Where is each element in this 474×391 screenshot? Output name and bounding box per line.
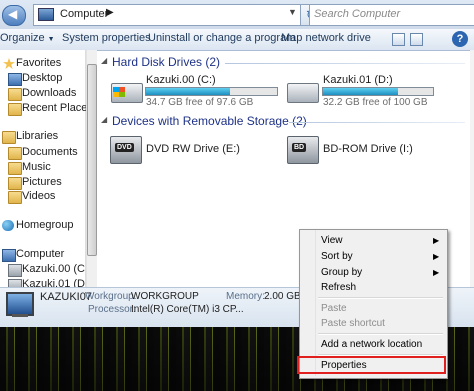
nav-pictures[interactable]: Pictures — [22, 176, 62, 188]
music-icon — [8, 162, 22, 175]
group-header-hard-disk[interactable]: Hard Disk Drives (2) — [112, 55, 220, 69]
preview-pane-icon — [410, 33, 423, 46]
address-location[interactable]: Computer — [60, 8, 108, 20]
bd-badge: BD — [292, 143, 307, 152]
nav-downloads[interactable]: Downloads — [22, 87, 76, 99]
hard-drive-icon[interactable] — [287, 83, 319, 103]
nav-videos[interactable]: Videos — [22, 190, 55, 202]
content-scrollbar[interactable] — [470, 50, 474, 287]
desktop-icon — [8, 73, 22, 86]
dvd-badge: DVD — [115, 143, 134, 152]
drive-d-free-space: 32.2 GB free of 100 GB — [323, 97, 428, 108]
menu-gutter — [315, 230, 316, 376]
menu-item-paste: Paste — [321, 303, 347, 314]
submenu-arrow-icon: ▶ — [433, 236, 440, 245]
drive-c-usage-bar — [145, 87, 278, 96]
collapse-group-icon[interactable]: ◢ — [101, 115, 107, 124]
organize-label: Organize — [0, 32, 45, 44]
nav-desktop[interactable]: Desktop — [22, 72, 62, 84]
chevron-right-icon[interactable]: ▶ — [106, 7, 114, 18]
view-options-button[interactable] — [384, 31, 430, 47]
map-network-drive-button[interactable]: Map network drive — [281, 32, 371, 44]
nav-drive-c[interactable]: Kazuki.00 (C:) — [22, 263, 92, 275]
system-properties-button[interactable]: System properties — [62, 32, 151, 44]
organize-button[interactable]: Organize ▼ — [0, 32, 55, 44]
view-icon — [392, 33, 405, 46]
nav-computer[interactable]: Computer — [16, 248, 64, 260]
menu-item-refresh[interactable]: Refresh — [321, 282, 356, 293]
chevron-down-icon: ▼ — [47, 36, 55, 43]
dvd-drive-icon[interactable]: DVD — [110, 136, 142, 164]
group-divider — [225, 63, 465, 64]
libraries-icon — [2, 131, 16, 144]
drive-c-name[interactable]: Kazuki.00 (C:) — [146, 74, 216, 86]
drive-d-name[interactable]: Kazuki.01 (D:) — [323, 74, 393, 86]
workgroup-label: Workgroup: — [85, 291, 137, 302]
menu-item-paste-shortcut: Paste shortcut — [321, 318, 385, 329]
processor-value: Intel(R) Core(TM) i3 CP... — [131, 304, 244, 315]
search-placeholder: Search Computer — [314, 8, 401, 20]
recent-places-icon — [8, 103, 22, 116]
drive-d-usage-bar — [322, 87, 434, 96]
drive-c-usage-fill — [146, 88, 230, 95]
nav-scrollbar-thumb[interactable] — [87, 64, 97, 256]
menu-item-add-network-location[interactable]: Add a network location — [321, 339, 422, 350]
computer-icon — [38, 8, 54, 21]
nav-music[interactable]: Music — [22, 161, 51, 173]
windows-logo-icon — [113, 87, 125, 97]
menu-separator — [318, 333, 443, 335]
nav-homegroup[interactable]: Homegroup — [16, 219, 73, 231]
submenu-arrow-icon: ▶ — [433, 252, 440, 261]
group-header-removable[interactable]: Devices with Removable Storage (2) — [112, 114, 307, 128]
menu-item-group-by[interactable]: Group by — [321, 267, 362, 278]
documents-icon — [8, 147, 22, 160]
nav-documents[interactable]: Documents — [22, 146, 78, 158]
back-arrow-icon[interactable]: ◀ — [2, 5, 26, 26]
nav-recent-places[interactable]: Recent Places — [22, 102, 93, 114]
nav-favorites[interactable]: Favorites — [16, 57, 61, 69]
computer-icon — [2, 249, 16, 262]
workgroup-value: WORKGROUP — [131, 291, 199, 302]
computer-icon — [6, 292, 34, 316]
group-divider — [289, 122, 465, 123]
menu-item-sort-by[interactable]: Sort by — [321, 251, 353, 262]
drive-e-name[interactable]: DVD RW Drive (E:) — [146, 143, 240, 155]
downloads-icon — [8, 88, 22, 101]
menu-separator — [318, 297, 443, 299]
memory-value: 2.00 GB — [264, 291, 301, 302]
uninstall-program-button[interactable]: Uninstall or change a program — [148, 32, 295, 44]
drive-i-name[interactable]: BD-ROM Drive (I:) — [323, 143, 413, 155]
pictures-icon — [8, 177, 22, 190]
collapse-group-icon[interactable]: ◢ — [101, 56, 107, 65]
processor-label: Processor: — [88, 304, 136, 315]
homegroup-icon — [2, 220, 14, 231]
nav-libraries[interactable]: Libraries — [16, 130, 58, 142]
drive-d-usage-fill — [323, 88, 398, 95]
chevron-down-icon[interactable]: ▼ — [288, 7, 297, 17]
videos-icon — [8, 191, 22, 204]
submenu-arrow-icon: ▶ — [433, 268, 440, 277]
drive-icon — [8, 264, 22, 277]
menu-item-view[interactable]: View — [321, 235, 343, 246]
memory-label: Memory: — [226, 291, 265, 302]
properties-highlight-box — [297, 356, 446, 374]
drive-c-free-space: 34.7 GB free of 97.6 GB — [146, 97, 254, 108]
computer-stand — [12, 314, 28, 317]
help-icon[interactable]: ? — [452, 31, 468, 47]
bd-drive-icon[interactable]: BD — [287, 136, 319, 164]
